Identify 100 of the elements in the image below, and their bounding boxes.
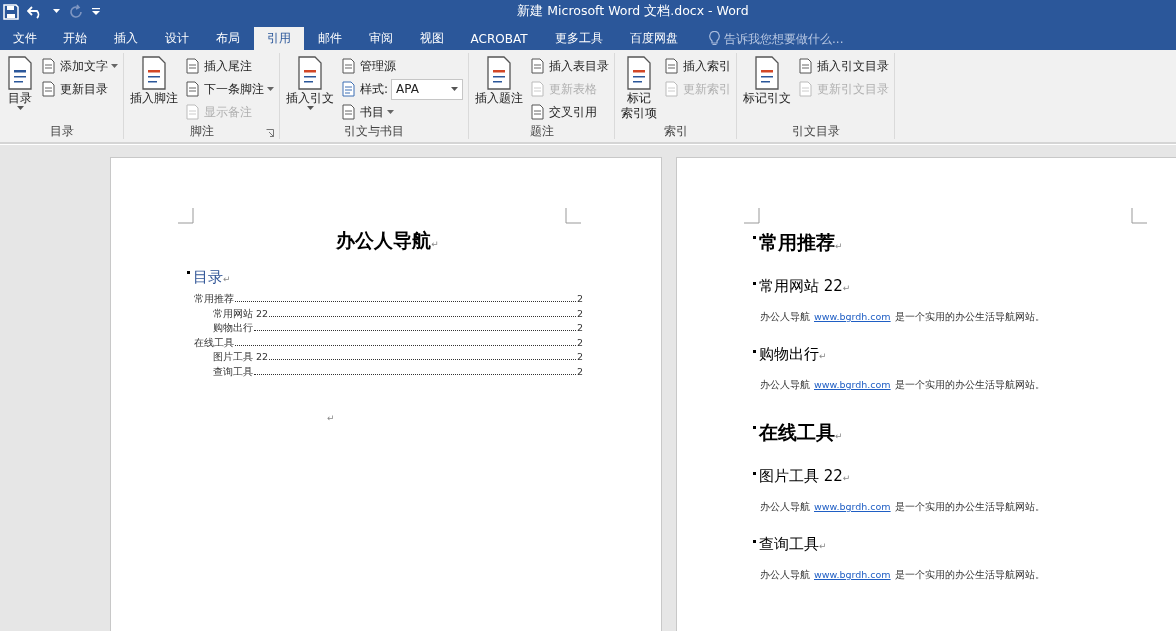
ribbon-large-button[interactable]: 插入引文 [283, 53, 337, 123]
customize-caret-icon[interactable] [92, 8, 100, 15]
ribbon-button[interactable]: 下一条脚注 [183, 78, 276, 100]
toc-entry[interactable]: 常用推荐 [194, 293, 234, 306]
ribbon-tab[interactable]: 邮件 [304, 27, 355, 50]
format-mark [753, 472, 756, 475]
ribbon-button[interactable]: 管理源 [339, 55, 466, 77]
ribbon-large-button[interactable]: 插入脚注 [127, 53, 181, 123]
group-label: 脚注 [189, 122, 214, 140]
document-icon [798, 58, 815, 74]
body-text: 是一个实用的办公生活导航网站。 [894, 500, 1045, 514]
ribbon-tab[interactable]: 插入 [100, 27, 151, 50]
save-icon[interactable] [3, 3, 19, 20]
paragraph-mark: ↵ [835, 431, 843, 441]
group-label: 题注 [529, 122, 554, 140]
window-title: 新建 Microsoft Word 文档.docx - Word [516, 3, 750, 20]
paragraph-mark: ↵ [842, 283, 851, 293]
margin-corner-icon [565, 208, 581, 224]
toc-entry[interactable]: 在线工具 [194, 336, 234, 350]
format-mark [753, 540, 756, 543]
group-label: 目录 [49, 122, 74, 140]
ribbon-large-button[interactable]: 插入题注 [472, 53, 527, 123]
document-icon [625, 56, 654, 90]
document-title: 办公人导航 [336, 229, 432, 251]
ribbon-button[interactable]: 交叉引用 [528, 101, 612, 123]
caret-icon [16, 106, 24, 110]
group-label: 引文与书目 [344, 122, 404, 140]
subheading: 图片工具 22 [759, 467, 843, 485]
document-icon [341, 58, 357, 74]
document-icon [530, 104, 547, 120]
toc-page-number: 2 [576, 307, 583, 319]
toc-entry[interactable]: 查询工具 [213, 365, 253, 379]
ribbon-tab[interactable]: 布局 [202, 27, 253, 50]
ribbon-large-button[interactable]: 标记 索引项 [618, 53, 661, 123]
paragraph-mark: ↵ [223, 274, 231, 284]
ribbon-button[interactable]: 更新目录 [39, 78, 120, 100]
document-icon [798, 81, 815, 97]
toc-page-number: 2 [576, 322, 583, 333]
document-icon [6, 56, 34, 90]
document-icon [140, 56, 168, 90]
document-icon [296, 56, 324, 90]
caret-icon [306, 106, 314, 110]
document-icon [185, 58, 201, 74]
document-icon [753, 56, 782, 90]
ribbon-tab[interactable]: 设计 [151, 27, 202, 50]
ribbon-button[interactable]: 插入引文目录 [796, 55, 892, 77]
caret-icon [267, 87, 274, 91]
link[interactable]: www.bgrdh.com [814, 568, 891, 602]
heading: 常用推荐 [759, 231, 835, 253]
ribbon-tab[interactable]: 审阅 [355, 27, 406, 50]
ribbon-tab[interactable]: 文件 [0, 27, 49, 50]
lightbulb-icon [709, 31, 720, 46]
caret-icon [451, 87, 459, 91]
format-mark [753, 350, 756, 353]
ribbon-tab[interactable]: 引用 [253, 27, 304, 50]
toc-entry[interactable]: 常用网站 22 [213, 307, 269, 321]
group-label: 索引 [663, 122, 688, 140]
group-label: 引文目录 [791, 122, 840, 140]
paragraph-mark: ↵ [819, 541, 827, 551]
toc-entry[interactable]: 购物出行 [213, 322, 253, 335]
toc-page-number: 2 [576, 351, 583, 362]
ribbon-tab[interactable]: 视图 [406, 27, 457, 50]
paragraph-mark: ↵ [835, 241, 843, 251]
margin-corner-icon [1131, 208, 1147, 224]
document-icon [341, 104, 357, 120]
ribbon-large-button[interactable]: 目录 [3, 53, 37, 123]
document-icon [664, 58, 681, 74]
ribbon-large-button[interactable]: 标记引文 [740, 53, 795, 123]
caret-icon[interactable] [53, 9, 60, 14]
tell-me-field[interactable]: 告诉我您想要做什么... [709, 27, 884, 50]
paragraph-mark: ↵ [431, 239, 439, 249]
toc-page-number: 2 [576, 293, 583, 304]
document-icon [530, 58, 547, 74]
link[interactable]: www.bgrdh.com [814, 378, 891, 412]
ribbon-button[interactable]: 书目 [339, 101, 466, 123]
body-text: 办公人导航 [760, 500, 810, 514]
format-mark [753, 426, 756, 429]
caret-icon [387, 110, 394, 114]
format-mark [187, 271, 190, 274]
style-dropdown[interactable]: APA [391, 78, 464, 100]
ribbon-button[interactable]: 插入尾注 [183, 55, 276, 77]
ribbon-tab[interactable]: 百度网盘 [616, 27, 691, 50]
ribbon-button[interactable]: 插入表目录 [528, 55, 612, 77]
ribbon-tab[interactable]: 开始 [49, 27, 100, 50]
ribbon-button[interactable]: 添加文字 [39, 55, 120, 77]
ribbon-button[interactable]: 插入索引 [662, 55, 734, 77]
toc-page-number: 2 [576, 336, 583, 348]
body-text: 办公人导航 [760, 378, 810, 392]
body-text: 是一个实用的办公生活导航网站。 [894, 378, 1045, 392]
margin-corner-icon [178, 208, 194, 224]
subheading: 常用网站 22 [759, 277, 843, 295]
paragraph-mark: ↵ [819, 351, 827, 361]
ribbon-tab[interactable]: ACROBAT [457, 27, 541, 50]
dialog-launcher-icon[interactable] [266, 129, 274, 137]
link[interactable]: www.bgrdh.com [814, 310, 891, 344]
subheading: 查询工具 [759, 535, 819, 553]
document-icon [485, 56, 514, 90]
toc-entry[interactable]: 图片工具 22 [213, 351, 269, 364]
link[interactable]: www.bgrdh.com [814, 500, 891, 534]
ribbon-tab[interactable]: 更多工具 [541, 27, 616, 50]
